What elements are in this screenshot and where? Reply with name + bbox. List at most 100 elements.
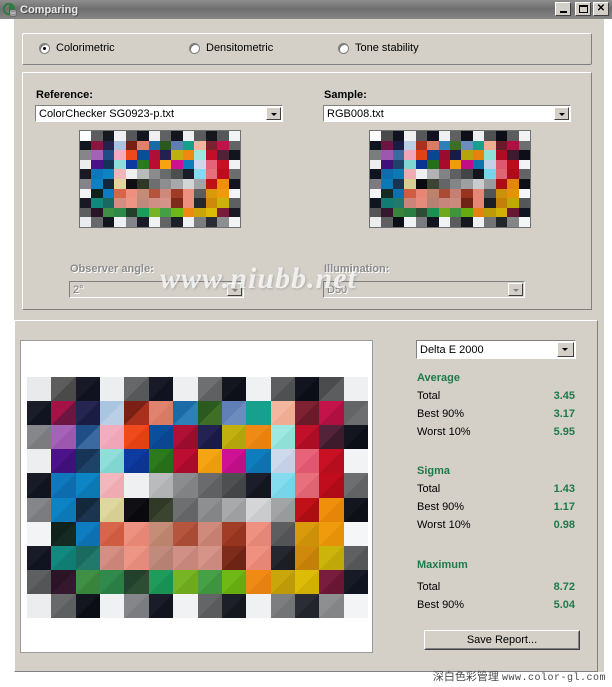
- patch-cell[interactable]: [343, 569, 368, 594]
- patch-cell[interactable]: [75, 425, 101, 450]
- patch-cell[interactable]: [27, 473, 52, 498]
- patch-cell[interactable]: [148, 545, 174, 570]
- patch-cell[interactable]: [27, 401, 52, 426]
- patch-cell[interactable]: [343, 401, 368, 426]
- patch-cell[interactable]: [246, 377, 271, 402]
- patch-cell[interactable]: [100, 449, 125, 474]
- patch-cell[interactable]: [343, 449, 368, 474]
- patch-cell[interactable]: [221, 473, 247, 498]
- patch-cell[interactable]: [270, 449, 295, 474]
- patch-cell[interactable]: [270, 569, 295, 594]
- patch-cell[interactable]: [27, 449, 52, 474]
- patch-cell[interactable]: [319, 593, 344, 618]
- patch-cell[interactable]: [51, 593, 76, 618]
- patch-cell[interactable]: [294, 425, 320, 450]
- patch-cell[interactable]: [173, 473, 198, 498]
- patch-cell[interactable]: [75, 593, 101, 618]
- sample-combobox[interactable]: RGB008.txt: [323, 105, 571, 122]
- patch-cell[interactable]: [319, 473, 344, 498]
- patch-cell[interactable]: [51, 473, 76, 498]
- patch-cell[interactable]: [75, 449, 101, 474]
- patch-cell[interactable]: [100, 545, 125, 570]
- patch-cell[interactable]: [294, 401, 320, 426]
- patch-cell[interactable]: [173, 401, 198, 426]
- patch-cell[interactable]: [124, 377, 149, 402]
- patch-cell[interactable]: [100, 521, 125, 546]
- patch-cell[interactable]: [294, 569, 320, 594]
- patch-cell[interactable]: [173, 497, 198, 522]
- radio-colorimetric[interactable]: Colorimetric: [39, 42, 115, 54]
- patch-cell[interactable]: [221, 401, 247, 426]
- patch-cell[interactable]: [319, 377, 344, 402]
- patch-cell[interactable]: [246, 545, 271, 570]
- patch-cell[interactable]: [124, 449, 149, 474]
- patch-cell[interactable]: [27, 593, 52, 618]
- patch-cell[interactable]: [343, 545, 368, 570]
- patch-cell[interactable]: [197, 545, 222, 570]
- patch-cell[interactable]: [27, 425, 52, 450]
- patch-cell[interactable]: [148, 449, 174, 474]
- patch-cell[interactable]: [100, 593, 125, 618]
- patch-cell[interactable]: [246, 497, 271, 522]
- patch-cell[interactable]: [270, 545, 295, 570]
- patch-cell[interactable]: [27, 497, 52, 522]
- patch-cell[interactable]: [246, 521, 271, 546]
- patch-cell[interactable]: [246, 449, 271, 474]
- patch-cell[interactable]: [75, 521, 101, 546]
- chevron-down-icon[interactable]: [557, 342, 574, 357]
- patch-cell[interactable]: [270, 401, 295, 426]
- patch-cell[interactable]: [343, 425, 368, 450]
- patch-cell[interactable]: [148, 497, 174, 522]
- patch-cell[interactable]: [148, 425, 174, 450]
- patch-cell[interactable]: [51, 449, 76, 474]
- patch-cell[interactable]: [148, 401, 174, 426]
- patch-cell[interactable]: [270, 425, 295, 450]
- patch-cell[interactable]: [75, 497, 101, 522]
- patch-cell[interactable]: [343, 497, 368, 522]
- patch-cell[interactable]: [148, 593, 174, 618]
- patch-cell[interactable]: [100, 425, 125, 450]
- patch-cell[interactable]: [148, 473, 174, 498]
- chevron-down-icon[interactable]: [554, 107, 569, 120]
- patch-cell[interactable]: [221, 425, 247, 450]
- patch-cell[interactable]: [51, 569, 76, 594]
- patch-cell[interactable]: [124, 545, 149, 570]
- minimize-button[interactable]: [555, 2, 571, 16]
- patch-cell[interactable]: [197, 473, 222, 498]
- patch-cell[interactable]: [270, 521, 295, 546]
- patch-cell[interactable]: [294, 593, 320, 618]
- patch-cell[interactable]: [246, 569, 271, 594]
- patch-cell[interactable]: [27, 377, 52, 402]
- patch-cell[interactable]: [173, 545, 198, 570]
- chevron-down-icon[interactable]: [266, 107, 281, 120]
- patch-cell[interactable]: [246, 401, 271, 426]
- patch-cell[interactable]: [294, 449, 320, 474]
- patch-cell[interactable]: [124, 425, 149, 450]
- patch-cell[interactable]: [124, 569, 149, 594]
- patch-cell[interactable]: [343, 473, 368, 498]
- patch-cell[interactable]: [75, 569, 101, 594]
- patch-cell[interactable]: [221, 545, 247, 570]
- patch-cell[interactable]: [270, 473, 295, 498]
- observer-angle-combobox[interactable]: 2°: [69, 281, 244, 298]
- patch-cell[interactable]: [270, 377, 295, 402]
- patch-cell[interactable]: [173, 425, 198, 450]
- patch-cell[interactable]: [124, 401, 149, 426]
- patch-cell[interactable]: [100, 401, 125, 426]
- patch-cell[interactable]: [197, 569, 222, 594]
- patch-cell[interactable]: [197, 449, 222, 474]
- patch-cell[interactable]: [246, 593, 271, 618]
- radio-densitometric[interactable]: Densitometric: [189, 42, 273, 54]
- patch-cell[interactable]: [75, 545, 101, 570]
- patch-cell[interactable]: [124, 473, 149, 498]
- illumination-combobox[interactable]: D50: [323, 281, 525, 298]
- metric-combobox[interactable]: Delta E 2000: [416, 340, 576, 359]
- reference-combobox[interactable]: ColorChecker SG0923-p.txt: [35, 105, 283, 122]
- patch-cell[interactable]: [148, 377, 174, 402]
- patch-cell[interactable]: [27, 569, 52, 594]
- patch-cell[interactable]: [319, 449, 344, 474]
- patch-cell[interactable]: [319, 401, 344, 426]
- patch-cell[interactable]: [100, 377, 125, 402]
- patch-cell[interactable]: [100, 497, 125, 522]
- patch-cell[interactable]: [173, 569, 198, 594]
